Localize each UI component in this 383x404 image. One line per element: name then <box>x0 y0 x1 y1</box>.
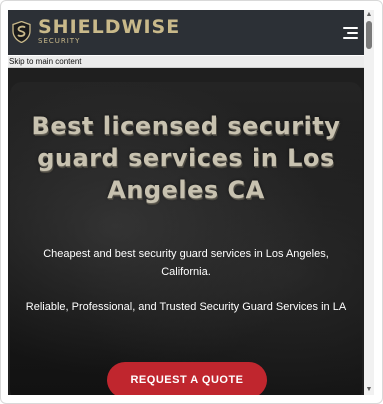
scroll-down-arrow-icon[interactable]: ▼ <box>364 385 374 395</box>
logo-wordmark: SHIELDWISE <box>38 16 181 38</box>
hero-section: Best licensed security guard services in… <box>8 68 364 395</box>
scroll-up-arrow-icon[interactable]: ▲ <box>364 10 374 20</box>
logo-text: SHIELDWISE SECURITY <box>38 18 180 45</box>
hero-subtitle-secondary: Reliable, Professional, and Trusted Secu… <box>25 301 347 313</box>
page-viewport: SHIELDWISE SECURITY Skip to main content… <box>8 10 364 395</box>
scrollbar-thumb[interactable] <box>366 21 372 49</box>
skip-to-content-link[interactable]: Skip to main content <box>8 56 364 68</box>
site-logo[interactable]: SHIELDWISE SECURITY <box>12 18 180 45</box>
hero-card: Best licensed security guard services in… <box>10 82 362 395</box>
logo-tagline: SECURITY <box>38 37 81 45</box>
hamburger-menu-icon[interactable] <box>343 26 358 39</box>
shield-logo-icon <box>12 20 31 43</box>
hero-title: Best licensed security guard services in… <box>31 112 341 204</box>
vertical-scrollbar[interactable]: ▲ ▼ <box>364 10 374 395</box>
hero-subtitle-primary: Cheapest and best security guard service… <box>43 248 329 278</box>
site-header: SHIELDWISE SECURITY <box>8 10 364 55</box>
request-quote-button[interactable]: REQUEST A QUOTE <box>107 362 267 395</box>
